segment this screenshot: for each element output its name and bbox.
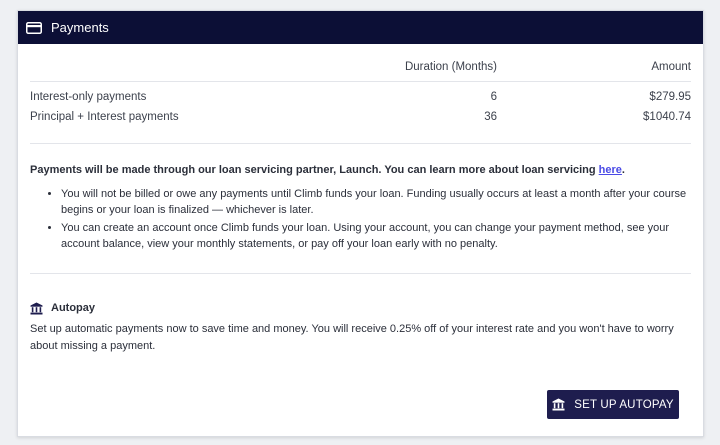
servicing-info: Payments will be made through our loan s… [30, 162, 691, 253]
card-header: Payments [18, 11, 703, 44]
servicing-lead-text: Payments will be made through our loan s… [30, 164, 599, 176]
payments-table: Duration (Months) Amount Interest-only p… [30, 58, 691, 127]
list-item: You can create an account once Climb fun… [61, 220, 691, 253]
column-header-name [30, 58, 320, 82]
credit-card-icon [26, 21, 42, 34]
autopay-title-text: Autopay [51, 301, 95, 314]
servicing-lead-end: . [621, 164, 625, 176]
servicing-lead: Payments will be made through our loan s… [30, 162, 691, 179]
table-row: Interest-only payments 6 $279.95 [30, 82, 691, 108]
payments-card: Payments Duration (Months) Amount Intere… [17, 10, 704, 437]
column-header-duration: Duration (Months) [320, 58, 497, 82]
bank-icon [30, 302, 43, 315]
payment-name: Interest-only payments [30, 91, 147, 103]
payment-duration: 6 [490, 91, 497, 103]
card-title: Payments [51, 20, 109, 35]
table-header-row: Duration (Months) Amount [30, 58, 691, 82]
set-up-autopay-button[interactable]: SET UP AUTOPAY [547, 390, 679, 419]
servicing-bullets: You will not be billed or owe any paymen… [30, 186, 691, 253]
autopay-description: Set up automatic payments now to save ti… [30, 322, 674, 352]
column-header-amount: Amount [497, 58, 691, 82]
payment-amount: $279.95 [649, 91, 691, 103]
divider [30, 272, 691, 274]
bank-icon [552, 398, 565, 411]
payment-duration: 36 [484, 111, 497, 123]
set-up-autopay-label: SET UP AUTOPAY [574, 398, 674, 411]
table-row: Principal + Interest payments 36 $1040.7… [30, 107, 691, 127]
payment-name: Principal + Interest payments [30, 111, 179, 123]
autopay-title: Autopay [30, 300, 691, 317]
list-item: You will not be billed or owe any paymen… [61, 186, 691, 219]
autopay-section: Autopay Set up automatic payments now to… [30, 300, 691, 355]
payment-amount: $1040.74 [643, 111, 691, 123]
learn-more-link[interactable]: here [599, 164, 622, 176]
divider [30, 143, 691, 144]
